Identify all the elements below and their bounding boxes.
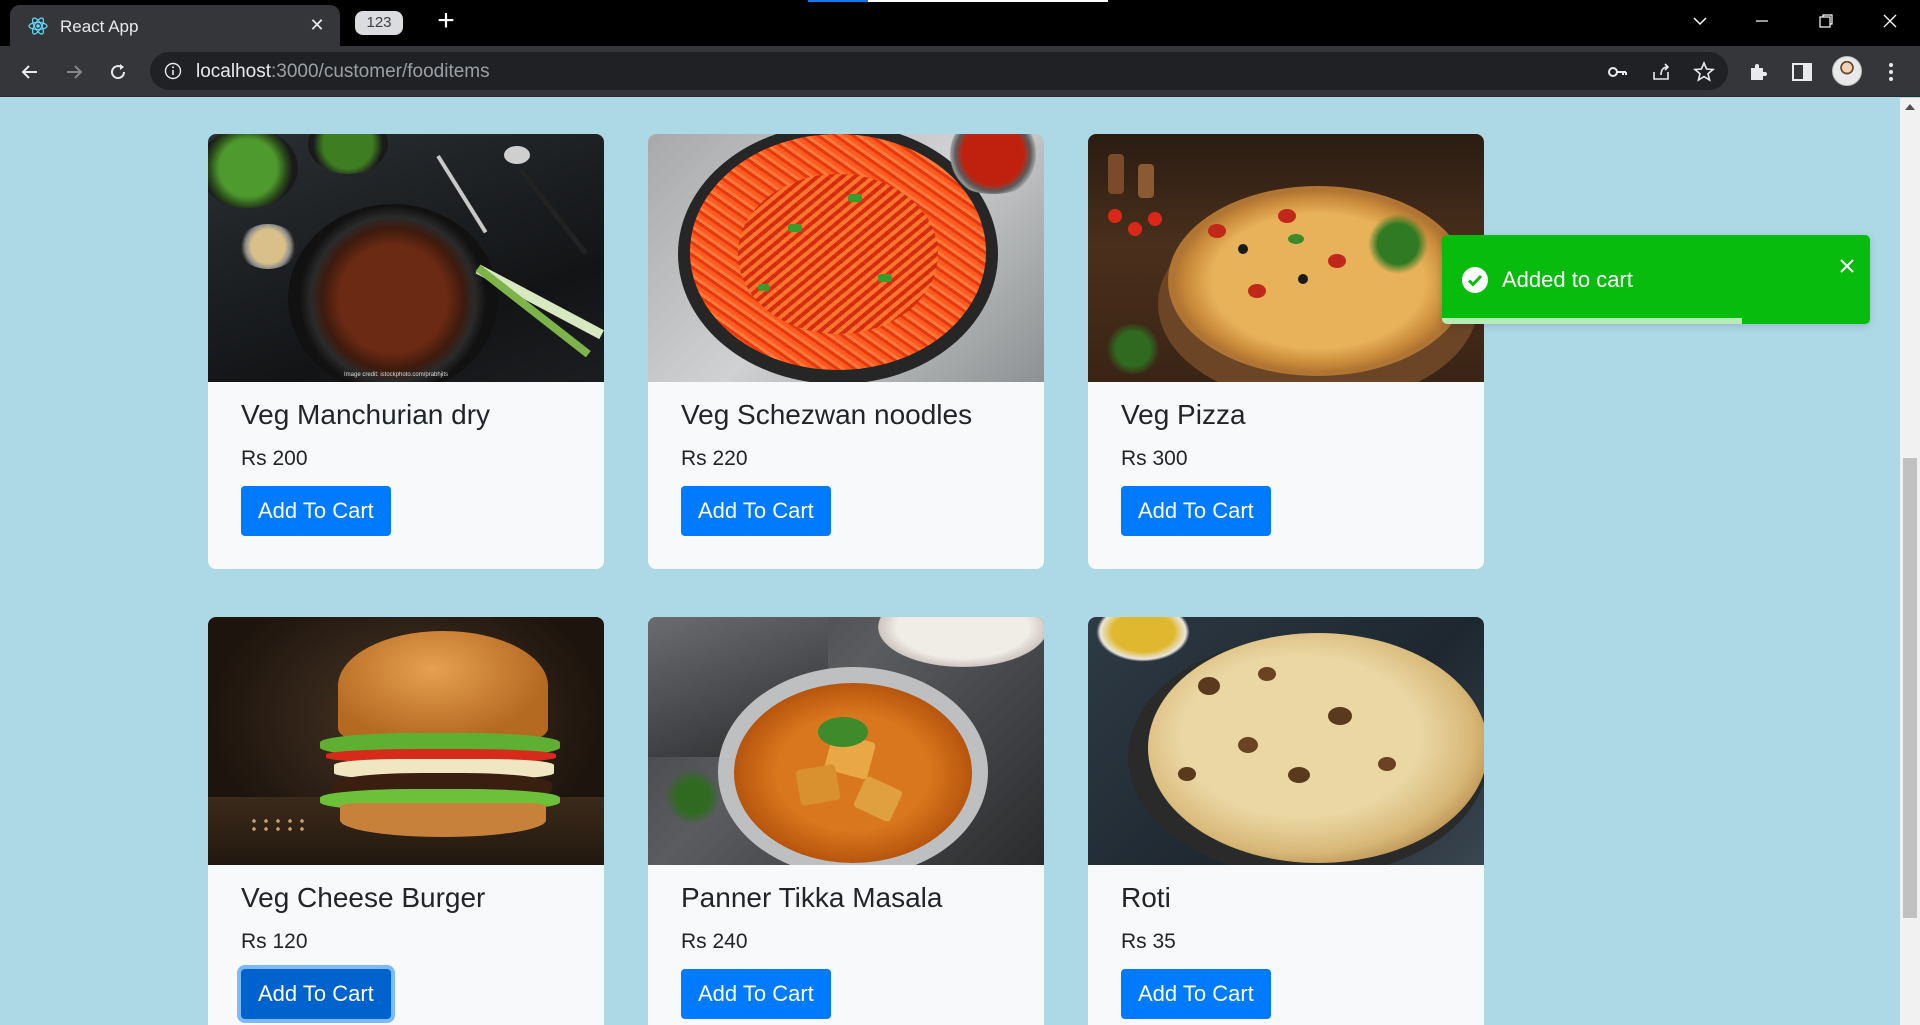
add-to-cart-button[interactable]: Add To Cart — [241, 486, 391, 536]
page-scrollbar[interactable] — [1900, 98, 1920, 1025]
paneer-image — [648, 617, 1044, 865]
food-price: Rs 300 — [1121, 447, 1188, 470]
scroll-up-arrow-icon[interactable] — [1905, 104, 1915, 110]
food-name: Veg Cheese Burger — [241, 882, 486, 913]
manchurian-image: Image credit: istockphoto.com/prabhjits — [208, 134, 604, 382]
add-to-cart-button[interactable]: Add To Cart — [1121, 486, 1271, 536]
food-card: Panner Tikka Masala Rs 240 Add To Cart — [648, 617, 1044, 1025]
browser-tab[interactable]: React App ✕ — [10, 5, 340, 46]
address-bar[interactable]: localhost:3000/customer/fooditems — [150, 52, 1728, 90]
food-name: Panner Tikka Masala — [681, 882, 943, 913]
add-to-cart-button[interactable]: Add To Cart — [681, 969, 831, 1019]
browser-tabstrip: React App ✕ 123 + — [0, 0, 1920, 46]
extensions-puzzle-icon[interactable] — [1747, 60, 1771, 84]
food-name: Veg Schezwan noodles — [681, 399, 973, 430]
tab-search-icon[interactable] — [1680, 6, 1720, 36]
site-info-icon[interactable] — [164, 62, 182, 80]
new-tab-icon[interactable]: + — [432, 6, 460, 36]
noodles-image — [648, 134, 1044, 382]
food-card: Veg Schezwan noodles Rs 220 Add To Cart — [648, 134, 1044, 569]
url-text[interactable]: localhost:3000/customer/fooditems — [196, 61, 490, 83]
food-name: Veg Pizza — [1121, 399, 1246, 430]
profile-avatar[interactable] — [1832, 56, 1862, 86]
food-price: Rs 220 — [681, 447, 748, 470]
reload-icon[interactable] — [102, 56, 134, 88]
forward-icon[interactable] — [58, 56, 90, 88]
food-price: Rs 200 — [241, 447, 308, 470]
react-logo-icon — [28, 17, 48, 35]
close-window-icon[interactable] — [1870, 6, 1910, 36]
added-to-cart-toast[interactable]: Added to cart — [1442, 235, 1870, 324]
back-icon[interactable] — [14, 56, 46, 88]
side-panel-icon[interactable] — [1790, 60, 1814, 84]
food-card: Veg Pizza Rs 300 Add To Cart — [1088, 134, 1484, 569]
food-price: Rs 120 — [241, 930, 308, 953]
loading-indicator — [808, 0, 1108, 2]
food-name: Veg Manchurian dry — [241, 399, 491, 430]
toast-close-icon[interactable] — [1838, 257, 1856, 275]
browser-toolbar: localhost:3000/customer/fooditems — [0, 46, 1920, 97]
scrollbar-thumb[interactable] — [1903, 458, 1917, 918]
add-to-cart-button[interactable]: Add To Cart — [1121, 969, 1271, 1019]
tab-group-chip[interactable]: 123 — [355, 11, 403, 35]
food-card: Image credit: istockphoto.com/prabhjits … — [208, 134, 604, 569]
burger-image — [208, 617, 604, 865]
tab-close-icon[interactable]: ✕ — [306, 14, 328, 36]
image-credit: Image credit: istockphoto.com/prabhjits — [344, 372, 449, 378]
food-card: Veg Cheese Burger Rs 120 Add To Cart — [208, 617, 604, 1025]
browser-menu-icon[interactable] — [1879, 60, 1903, 84]
restore-icon[interactable] — [1806, 6, 1846, 36]
food-name: Roti — [1121, 882, 1171, 913]
bookmark-star-icon[interactable] — [1693, 61, 1715, 83]
minimize-icon[interactable] — [1742, 6, 1782, 36]
roti-image — [1088, 617, 1484, 865]
success-check-icon — [1462, 267, 1488, 293]
toast-message: Added to cart — [1502, 267, 1633, 292]
toast-progress-bar — [1442, 318, 1742, 324]
tab-title: React App — [60, 17, 139, 36]
add-to-cart-button[interactable]: Add To Cart — [681, 486, 831, 536]
food-price: Rs 240 — [681, 930, 748, 953]
pizza-image — [1088, 134, 1484, 382]
food-price: Rs 35 — [1121, 930, 1176, 953]
add-to-cart-button[interactable]: Add To Cart — [241, 969, 391, 1019]
password-key-icon[interactable] — [1606, 61, 1628, 83]
food-card: Roti Rs 35 Add To Cart — [1088, 617, 1484, 1025]
share-icon[interactable] — [1650, 61, 1672, 83]
